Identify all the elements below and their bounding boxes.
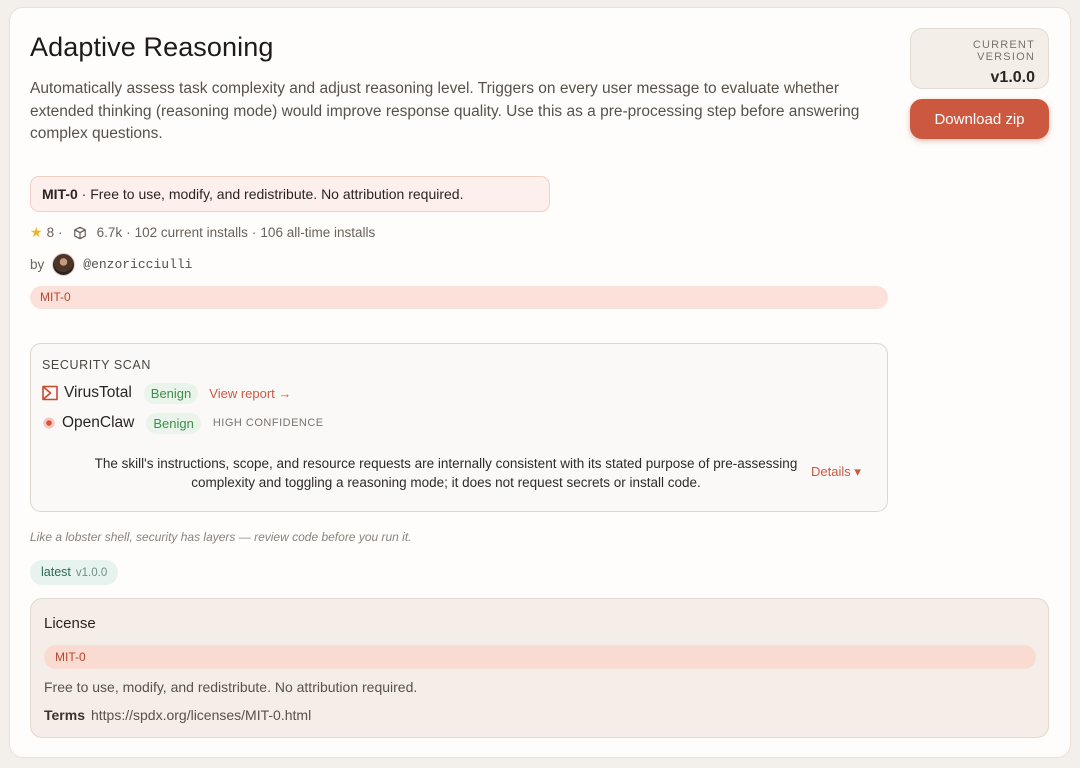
downloads-count: 6.7k: [96, 225, 123, 240]
virustotal-row: VirusTotal Benign View report →: [42, 382, 291, 404]
openclaw-icon: [43, 417, 55, 429]
latest-label: latest: [41, 565, 71, 579]
license-summary-text: · Free to use, modify, and redistribute.…: [77, 186, 464, 202]
openclaw-status-badge: Benign: [146, 412, 201, 434]
author-handle[interactable]: @enzoricciulli: [83, 257, 192, 272]
avatar[interactable]: [52, 252, 76, 276]
latest-version: v1.0.0: [75, 567, 108, 579]
page-title: Adaptive Reasoning: [30, 32, 274, 62]
author-row: by @enzoricciulli: [30, 252, 192, 276]
virustotal-icon: [42, 385, 58, 401]
virustotal-status-badge: Benign: [143, 382, 199, 404]
openclaw-row: OpenClaw Benign HIGH CONFIDENCE: [42, 412, 324, 434]
current-version-label: CURRENT VERSION: [972, 39, 1035, 63]
all-time-installs: 106 all-time installs: [260, 225, 376, 240]
current-installs: 102 current installs: [134, 225, 248, 240]
stats-separator: ·: [58, 225, 63, 240]
current-version-box: CURRENT VERSION v1.0.0: [910, 28, 1049, 89]
download-zip-button[interactable]: Download zip: [910, 99, 1049, 139]
skill-description: Automatically assess task complexity and…: [30, 80, 860, 142]
current-version-value: v1.0.0: [990, 69, 1035, 86]
latest-version-tag[interactable]: latest v1.0.0: [30, 560, 119, 585]
by-label: by: [30, 256, 45, 272]
star-icon: ★: [30, 224, 43, 240]
license-text: Free to use, modify, and redistribute. N…: [44, 679, 418, 695]
stars-count: 8: [46, 225, 55, 240]
security-tagline: Like a lobster shell, security has layer…: [30, 530, 412, 544]
license-heading: License: [44, 615, 96, 632]
virustotal-name: VirusTotal: [64, 384, 132, 401]
license-section-tag: MIT-0: [44, 645, 1036, 669]
confidence-label: HIGH CONFIDENCE: [212, 417, 324, 429]
license-summary-box: MIT-0 · Free to use, modify, and redistr…: [30, 176, 550, 212]
scan-summary: The skill's instructions, scope, and res…: [94, 456, 798, 490]
terms-label: Terms: [44, 707, 85, 723]
details-toggle[interactable]: Details ▾: [811, 464, 861, 480]
terms-url[interactable]: https://spdx.org/licenses/MIT-0.html: [91, 707, 311, 723]
package-icon: [73, 226, 86, 239]
openclaw-name: OpenClaw: [62, 414, 135, 431]
license-summary-name: MIT-0: [42, 186, 78, 202]
license-terms: Terms https://spdx.org/licenses/MIT-0.htm…: [44, 707, 311, 723]
view-report-link[interactable]: View report →: [209, 386, 291, 401]
security-scan-title: SECURITY SCAN: [42, 358, 151, 372]
license-section: License MIT-0 Free to use, modify, and r…: [30, 598, 1049, 738]
license-tag: MIT-0: [30, 286, 888, 309]
security-scan-panel: SECURITY SCAN VirusTotal Benign View rep…: [30, 343, 888, 512]
stats-row: ★ 8 · 6.7k · 102 current installs · 106 …: [30, 224, 376, 240]
